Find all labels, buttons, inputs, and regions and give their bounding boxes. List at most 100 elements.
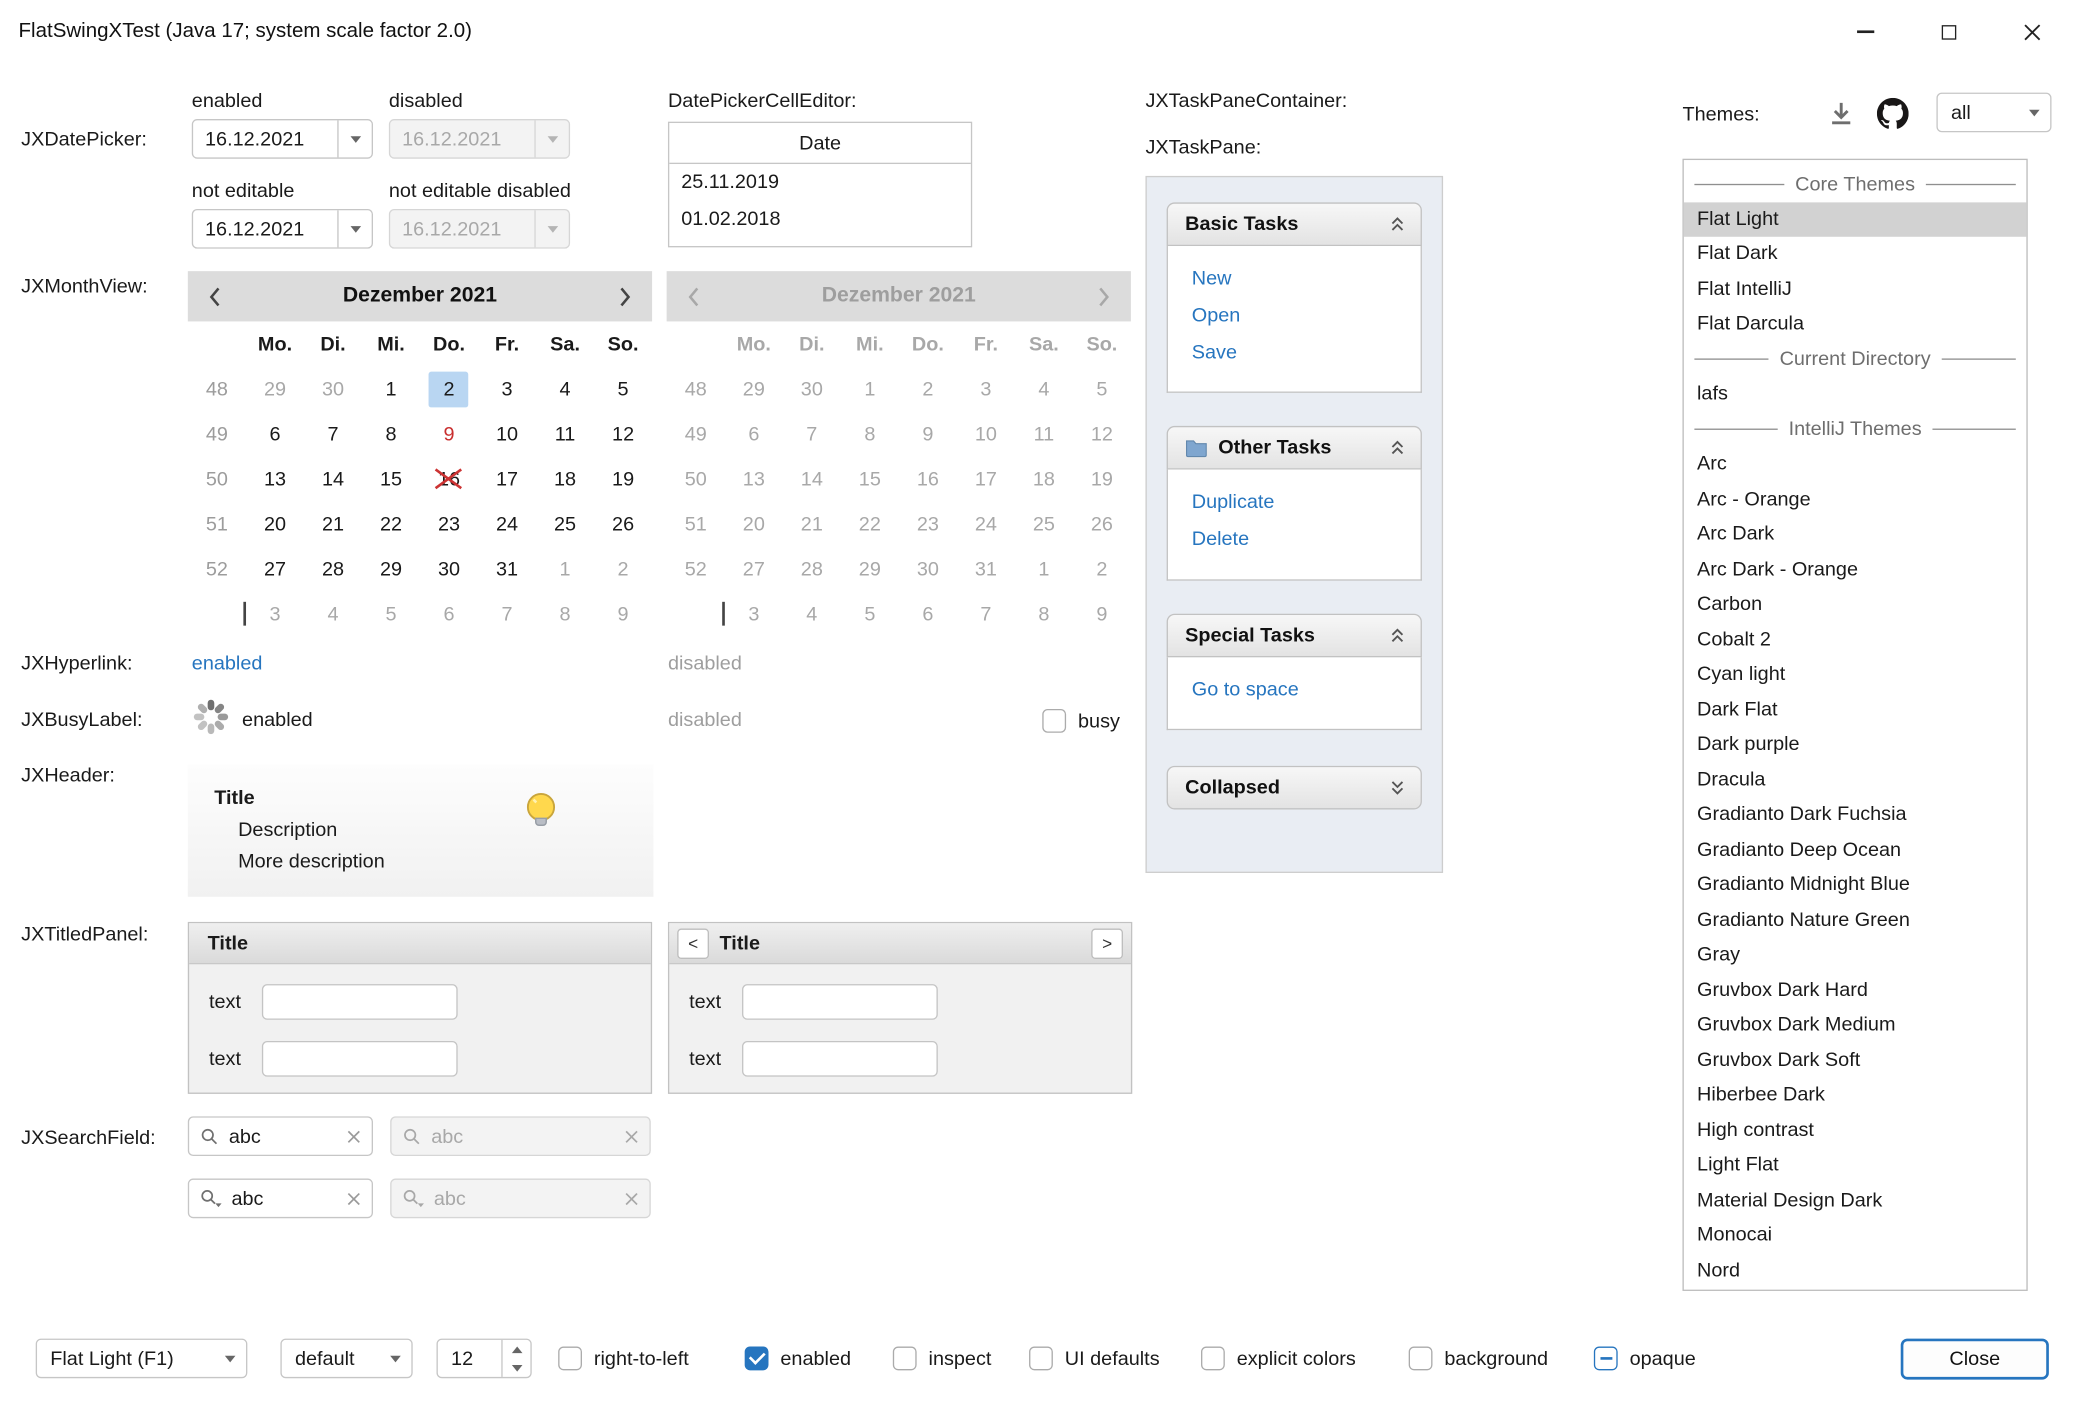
theme-list-item[interactable]: Light Flat <box>1684 1148 2027 1183</box>
theme-list-item[interactable]: Carbon <box>1684 587 2027 622</box>
day-cell[interactable]: 24 <box>478 501 536 546</box>
day-cell[interactable]: 10 <box>478 411 536 456</box>
theme-list-item[interactable]: Cobalt 2 <box>1684 622 2027 657</box>
day-cell[interactable]: 4 <box>536 366 594 411</box>
theme-list-item[interactable]: Flat Dark <box>1684 237 2027 272</box>
day-cell[interactable]: 20 <box>246 501 304 546</box>
taskpane-header[interactable]: Other Tasks <box>1167 426 1422 470</box>
theme-list-item[interactable]: Material Design Dark <box>1684 1183 2027 1218</box>
datepicker-value[interactable]: 16.12.2021 <box>193 128 337 150</box>
datepicker-not-editable[interactable]: 16.12.2021 <box>192 209 373 249</box>
download-icon[interactable] <box>1827 99 1856 128</box>
theme-list-item[interactable]: Gruvbox Dark Soft <box>1684 1043 2027 1078</box>
day-cell[interactable]: 17 <box>478 456 536 501</box>
opaque-checkbox[interactable] <box>1594 1347 1618 1371</box>
theme-list-item[interactable]: Gradianto Dark Fuchsia <box>1684 798 2027 833</box>
text-input[interactable] <box>262 984 458 1020</box>
theme-list-item[interactable]: Arc Dark <box>1684 517 2027 552</box>
searchfield-value[interactable]: abc <box>229 1125 337 1147</box>
ui-defaults-checkbox[interactable] <box>1029 1347 1053 1371</box>
datepicker-dropdown-button[interactable] <box>337 120 371 157</box>
day-cell[interactable]: 25 <box>536 501 594 546</box>
day-cell[interactable]: 18 <box>536 456 594 501</box>
taskpane-link[interactable]: Open <box>1192 298 1421 335</box>
theme-list-item[interactable]: Dark Flat <box>1684 692 2027 727</box>
day-cell[interactable]: 23 <box>420 501 478 546</box>
day-cell[interactable]: 4 <box>304 591 362 636</box>
hyperlink-enabled[interactable]: enabled <box>192 652 263 674</box>
theme-list-item[interactable]: Gruvbox Dark Medium <box>1684 1008 2027 1043</box>
theme-list-item[interactable]: Cyan light <box>1684 657 2027 692</box>
theme-list-item[interactable]: Arc - Orange <box>1684 482 2027 517</box>
day-cell[interactable]: 29 <box>362 546 420 591</box>
titledpanel-prev-button[interactable]: < <box>677 928 709 958</box>
themes-filter-combobox[interactable]: all <box>1936 93 2051 133</box>
maximize-button[interactable] <box>1907 0 1990 63</box>
day-cell[interactable]: 6 <box>246 411 304 456</box>
clear-icon[interactable] <box>347 1191 362 1206</box>
day-cell[interactable]: 19 <box>594 456 652 501</box>
font-size-spinner[interactable]: 12 <box>436 1339 531 1379</box>
table-row[interactable]: 25.11.2019 <box>669 164 971 201</box>
day-cell[interactable]: 9 <box>594 591 652 636</box>
day-cell[interactable]: 30 <box>420 546 478 591</box>
day-cell[interactable]: 12 <box>594 411 652 456</box>
themes-list[interactable]: Core ThemesFlat LightFlat DarkFlat Intel… <box>1682 159 2027 1291</box>
day-cell[interactable]: 7 <box>478 591 536 636</box>
taskpane-link[interactable]: New <box>1192 261 1421 298</box>
searchfield-enabled[interactable]: abc <box>188 1116 373 1156</box>
day-cell[interactable]: 26 <box>594 501 652 546</box>
theme-list-item[interactable]: Dark purple <box>1684 727 2027 762</box>
day-cell[interactable]: 5 <box>362 591 420 636</box>
day-cell[interactable]: 16 <box>420 456 478 501</box>
day-cell[interactable]: 1 <box>536 546 594 591</box>
day-cell[interactable]: 2 <box>420 366 478 411</box>
background-checkbox[interactable] <box>1409 1347 1433 1371</box>
day-cell[interactable]: 8 <box>536 591 594 636</box>
day-cell[interactable]: 1 <box>362 366 420 411</box>
github-icon[interactable] <box>1877 98 1909 130</box>
spinner-value[interactable]: 12 <box>438 1347 501 1369</box>
taskpane-link[interactable]: Save <box>1192 335 1421 372</box>
theme-list-item[interactable]: Flat Light <box>1684 202 2027 237</box>
theme-list-item[interactable]: Flat IntelliJ <box>1684 272 2027 307</box>
day-cell[interactable]: 11 <box>536 411 594 456</box>
taskpane-link[interactable]: Go to space <box>1192 672 1421 709</box>
day-cell[interactable]: 28 <box>304 546 362 591</box>
theme-list-item[interactable]: Gray <box>1684 938 2027 973</box>
text-input[interactable] <box>262 1041 458 1077</box>
spinner-down-button[interactable] <box>503 1358 531 1377</box>
titledpanel-next-button[interactable]: > <box>1091 928 1123 958</box>
searchfield-dropdown-enabled[interactable]: abc <box>188 1179 373 1219</box>
day-cell[interactable]: 22 <box>362 501 420 546</box>
day-cell[interactable]: 30 <box>304 366 362 411</box>
theme-list-item[interactable]: Arc <box>1684 447 2027 482</box>
day-cell[interactable]: 3 <box>246 591 304 636</box>
next-month-icon[interactable] <box>619 286 631 306</box>
spinner-up-button[interactable] <box>503 1340 531 1359</box>
theme-list-item[interactable]: Nord <box>1684 1253 2027 1288</box>
day-cell[interactable]: 13 <box>246 456 304 501</box>
searchfield-value[interactable]: abc <box>231 1187 337 1209</box>
theme-list-item[interactable]: Monocai <box>1684 1218 2027 1253</box>
day-cell[interactable]: 2 <box>594 546 652 591</box>
datepicker-enabled[interactable]: 16.12.2021 <box>192 119 373 159</box>
day-cell[interactable]: 8 <box>362 411 420 456</box>
text-input[interactable] <box>742 1041 938 1077</box>
day-cell[interactable]: 21 <box>304 501 362 546</box>
prev-month-icon[interactable] <box>209 286 221 306</box>
theme-list-item[interactable]: Arc Dark - Orange <box>1684 552 2027 587</box>
theme-list-item[interactable]: Hiberbee Dark <box>1684 1078 2027 1113</box>
day-cell[interactable]: 27 <box>246 546 304 591</box>
theme-list-item[interactable]: High contrast <box>1684 1113 2027 1148</box>
datepicker-celleditor-table[interactable]: Date 25.11.201901.02.2018 <box>668 122 972 248</box>
close-button[interactable]: Close <box>1901 1339 2049 1380</box>
search-dropdown-icon[interactable] <box>200 1188 222 1209</box>
theme-list-item[interactable]: Flat Darcula <box>1684 307 2027 342</box>
theme-list-item[interactable]: Dracula <box>1684 763 2027 798</box>
taskpane-header[interactable]: Collapsed <box>1167 766 1422 810</box>
day-cell[interactable]: 7 <box>304 411 362 456</box>
day-cell[interactable]: 6 <box>420 591 478 636</box>
taskpane-link[interactable]: Delete <box>1192 521 1421 558</box>
laf-combobox[interactable]: Flat Light (F1) <box>36 1339 248 1379</box>
